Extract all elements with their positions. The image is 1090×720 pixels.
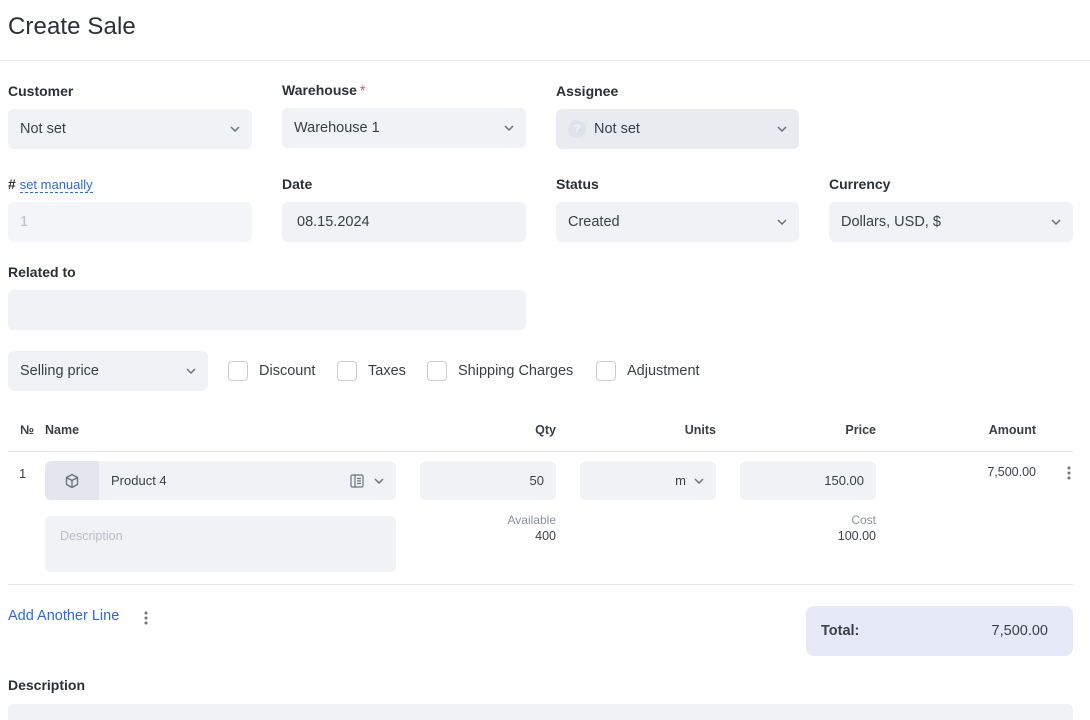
discount-label: Discount bbox=[259, 363, 316, 379]
chevron-down-icon bbox=[1051, 217, 1061, 227]
avatar: ? bbox=[568, 120, 586, 138]
catalog-icon[interactable] bbox=[350, 473, 364, 488]
warehouse-select[interactable]: Warehouse 1 bbox=[282, 108, 526, 148]
units-select[interactable]: m bbox=[580, 461, 716, 500]
description-field[interactable] bbox=[8, 704, 1073, 720]
col-amount-header: Amount bbox=[988, 423, 1036, 437]
chevron-down-icon bbox=[230, 124, 240, 134]
chevron-down-icon[interactable] bbox=[374, 477, 384, 484]
customer-value: Not set bbox=[20, 121, 66, 137]
status-select[interactable]: Created bbox=[556, 202, 799, 242]
available-label: Available bbox=[507, 513, 556, 527]
status-label: Status bbox=[556, 176, 599, 192]
chevron-down-icon bbox=[694, 477, 704, 484]
assignee-select[interactable]: ? Not set bbox=[556, 109, 799, 149]
assignee-value: Not set bbox=[594, 121, 640, 137]
total-value: 7,500.00 bbox=[991, 623, 1048, 639]
total-label: Total: bbox=[821, 623, 860, 639]
add-line-menu-icon[interactable] bbox=[141, 610, 151, 626]
col-qty-header: Qty bbox=[535, 423, 556, 437]
shipping-label: Shipping Charges bbox=[458, 363, 574, 379]
date-input[interactable]: 08.15.2024 bbox=[282, 202, 526, 242]
shipping-checkbox[interactable] bbox=[427, 361, 447, 381]
taxes-checkbox[interactable] bbox=[337, 361, 357, 381]
row-menu-icon[interactable] bbox=[1062, 464, 1076, 482]
product-select[interactable]: Product 4 bbox=[45, 461, 396, 500]
row-number: 1 bbox=[19, 466, 27, 481]
chevron-down-icon bbox=[777, 217, 787, 227]
price-input[interactable]: 150.00 bbox=[740, 461, 876, 500]
chevron-down-icon bbox=[777, 124, 787, 134]
col-no-header: № bbox=[20, 423, 34, 437]
number-placeholder: 1 bbox=[20, 214, 29, 230]
set-manually-link[interactable]: set manually bbox=[19, 177, 93, 193]
table-bottom-divider bbox=[8, 584, 1073, 585]
price-type-value: Selling price bbox=[20, 363, 99, 379]
chevron-down-icon bbox=[186, 366, 196, 376]
currency-value: Dollars, USD, $ bbox=[841, 214, 941, 230]
available-value: 400 bbox=[535, 529, 556, 543]
taxes-label: Taxes bbox=[368, 363, 406, 379]
description-textarea[interactable]: Description bbox=[45, 516, 396, 572]
adjustment-checkbox[interactable] bbox=[596, 361, 616, 381]
table-header-divider bbox=[8, 451, 1073, 452]
currency-label: Currency bbox=[829, 176, 891, 192]
description-label: Description bbox=[8, 677, 86, 693]
price-value: 150.00 bbox=[824, 473, 864, 488]
customer-select[interactable]: Not set bbox=[8, 109, 252, 149]
date-value: 08.15.2024 bbox=[297, 214, 370, 230]
required-mark: * bbox=[359, 82, 366, 98]
col-name-header: Name bbox=[45, 423, 80, 437]
number-label: # set manually bbox=[8, 176, 93, 193]
date-label: Date bbox=[282, 176, 313, 192]
header-divider bbox=[0, 60, 1090, 61]
discount-checkbox[interactable] bbox=[228, 361, 248, 381]
status-value: Created bbox=[568, 214, 620, 230]
amount-value: 7,500.00 bbox=[987, 465, 1036, 479]
units-value: m bbox=[675, 473, 686, 488]
adjustment-label: Adjustment bbox=[627, 363, 700, 379]
related-input[interactable] bbox=[8, 290, 526, 330]
col-units-header: Units bbox=[684, 423, 716, 437]
assignee-label: Assignee bbox=[556, 83, 619, 99]
col-price-header: Price bbox=[845, 423, 876, 437]
customer-label: Customer bbox=[8, 83, 74, 99]
price-type-select[interactable]: Selling price bbox=[8, 351, 208, 391]
box-icon bbox=[45, 461, 99, 500]
warehouse-label: Warehouse * bbox=[282, 82, 366, 98]
cost-label: Cost bbox=[851, 513, 876, 527]
cost-value: 100.00 bbox=[837, 529, 876, 543]
qty-input[interactable]: 50 bbox=[420, 461, 556, 500]
chevron-down-icon bbox=[504, 123, 514, 133]
warehouse-value: Warehouse 1 bbox=[294, 120, 380, 136]
currency-select[interactable]: Dollars, USD, $ bbox=[829, 202, 1073, 242]
related-label: Related to bbox=[8, 264, 76, 280]
number-input[interactable]: 1 bbox=[8, 202, 252, 242]
description-placeholder: Description bbox=[60, 529, 123, 543]
product-name: Product 4 bbox=[111, 473, 167, 488]
page-title: Create Sale bbox=[8, 13, 136, 40]
total-box: Total: 7,500.00 bbox=[806, 606, 1073, 656]
qty-value: 50 bbox=[529, 473, 544, 488]
add-line-button[interactable]: Add Another Line bbox=[8, 608, 119, 624]
